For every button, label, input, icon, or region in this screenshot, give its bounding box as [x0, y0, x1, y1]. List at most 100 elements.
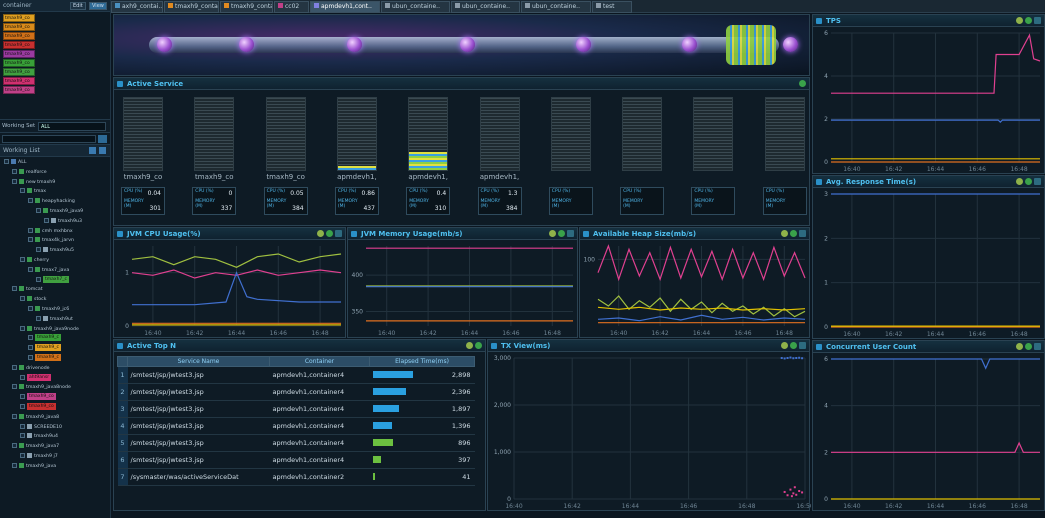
settings-icon[interactable] [781, 230, 788, 237]
tree-node[interactable]: aht9ansr [0, 373, 110, 384]
container-tab[interactable]: ubun_containe.. [521, 1, 591, 13]
service-gauge[interactable] [194, 97, 235, 171]
table-row[interactable]: 6/smtest/jsp/jwtest3.jsp apmdevh1,contain… [117, 451, 475, 469]
settings-icon[interactable] [1016, 17, 1023, 24]
working-set-select[interactable]: ALL [38, 122, 106, 131]
tree-node[interactable]: tomcat [0, 285, 110, 295]
expand-toggle-icon[interactable] [20, 296, 25, 302]
container-tab[interactable]: cc02 [274, 1, 309, 13]
info-icon[interactable] [558, 230, 565, 237]
container-tab[interactable]: tmaxh9_contai.. [220, 1, 273, 13]
expand-toggle-icon[interactable] [12, 178, 17, 184]
tree-container-tag[interactable]: tmaxh7_c [43, 275, 70, 283]
tree-container-tag[interactable]: tmaxh9_co [27, 402, 56, 410]
tree-node[interactable]: tmax [0, 187, 110, 197]
settings-icon[interactable] [317, 230, 324, 237]
container-tag[interactable]: tmaxh9_co [3, 23, 35, 31]
tree-node[interactable]: tmaxh9_java8node [0, 383, 110, 393]
expand-toggle-icon[interactable] [12, 443, 17, 449]
working-set-search-input[interactable] [2, 135, 96, 143]
service-gauge[interactable] [479, 97, 520, 171]
container-tag[interactable]: tmaxh9_co [3, 86, 35, 94]
table-row[interactable]: 4/smtest/jsp/jwtest3.jsp apmdevh1,contain… [117, 417, 475, 435]
table-row[interactable]: 5/smtest/jsp/jwtest3.jsp apmdevh1,contain… [117, 434, 475, 452]
expand-toggle-icon[interactable] [12, 413, 17, 419]
expand-toggle-icon[interactable] [28, 237, 33, 243]
expand-icon[interactable] [1034, 17, 1041, 24]
tree-node[interactable]: SCREEDE10 [0, 423, 110, 433]
view-button[interactable]: View [89, 2, 107, 10]
table-row[interactable]: 7/sysmaster/was/activeServiceDat apmdevh1… [117, 468, 475, 486]
expand-toggle-icon[interactable] [12, 286, 17, 292]
tree-node[interactable]: tmaxh9_c [0, 353, 110, 364]
tree-node[interactable]: heapyhacking [0, 197, 110, 207]
table-row[interactable]: 3/smtest/jsp/jwtest3.jsp apmdevh1,contain… [117, 400, 475, 418]
expand-icon[interactable] [1034, 178, 1041, 185]
tree-node[interactable]: tmaxh9_java8 [0, 413, 110, 423]
tree-node[interactable]: tmaxh9_co [0, 393, 110, 403]
container-tab[interactable]: tmaxh9_contai.. [164, 1, 219, 13]
expand-icon[interactable] [567, 230, 574, 237]
settings-icon[interactable] [466, 342, 473, 349]
service-gauge[interactable] [265, 97, 306, 171]
container-tag[interactable]: tmaxh9_co [3, 50, 35, 58]
container-tab[interactable]: axh9_contai.. [111, 1, 163, 13]
expand-toggle-icon[interactable] [12, 384, 17, 390]
tree-container-tag[interactable]: aht9ansr [27, 373, 52, 381]
info-icon[interactable] [799, 80, 806, 87]
search-icon[interactable] [98, 135, 107, 143]
tree-container-tag[interactable]: tmaxh9_c [35, 334, 62, 342]
container-tag[interactable]: tmaxh9_co [3, 32, 35, 40]
expand-icon[interactable] [335, 230, 342, 237]
tree-node[interactable]: tmaxh9_c [0, 344, 110, 354]
service-gauge[interactable] [550, 97, 591, 171]
expand-toggle-icon[interactable] [20, 188, 25, 194]
service-gauge[interactable] [123, 97, 163, 171]
info-icon[interactable] [475, 342, 482, 349]
expand-icon[interactable] [799, 230, 806, 237]
settings-icon[interactable] [781, 342, 788, 349]
info-icon[interactable] [1025, 17, 1032, 24]
list-view-icon[interactable] [89, 147, 96, 154]
service-gauge[interactable] [693, 97, 734, 171]
tree-view-icon[interactable] [99, 147, 106, 154]
service-gauge[interactable] [336, 97, 377, 171]
tree-node[interactable]: tmaxh9 j7 [0, 452, 110, 462]
info-icon[interactable] [1025, 178, 1032, 185]
expand-toggle-icon[interactable] [12, 462, 17, 468]
tree-node[interactable]: tmax7_java [0, 266, 110, 276]
service-gauge[interactable] [408, 97, 449, 171]
tree-node[interactable]: tmaxh9_java9node [0, 325, 110, 335]
expand-toggle-icon[interactable] [36, 207, 41, 213]
tree-node[interactable]: tmaxh9_java [0, 462, 110, 472]
info-icon[interactable] [326, 230, 333, 237]
expand-toggle-icon[interactable] [28, 198, 33, 204]
tree-node[interactable]: ALL [0, 158, 110, 168]
tree-node[interactable]: tmaxh9_jc6 [0, 305, 110, 315]
expand-toggle-icon[interactable] [28, 227, 33, 233]
tree-node[interactable]: tmaxh9u4 [0, 432, 110, 442]
tree-node[interactable]: new tmaxh9 [0, 178, 110, 188]
container-tag[interactable]: tmaxh9_co [3, 59, 35, 67]
tree-node[interactable]: drivenode [0, 364, 110, 374]
tree-container-tag[interactable]: tmaxh9_c [35, 344, 62, 352]
table-row[interactable]: 2/smtest/jsp/jwtest3.jsp apmdevh1,contain… [117, 383, 475, 401]
tree-node[interactable]: tmax4k_jarvn [0, 236, 110, 246]
container-tab[interactable]: ubun_containe.. [381, 1, 450, 13]
settings-icon[interactable] [549, 230, 556, 237]
expand-toggle-icon[interactable] [20, 256, 25, 262]
expand-toggle-icon[interactable] [12, 168, 17, 174]
tree-node[interactable]: tmaxh9_java7 [0, 442, 110, 452]
tree-node[interactable]: tmaxh9u3 [0, 217, 110, 227]
service-gauge[interactable] [622, 97, 663, 171]
service-gauge[interactable] [764, 97, 805, 171]
elapsed-header[interactable]: Elapsed Time(ms) [369, 356, 475, 367]
tree-node[interactable]: tmaxh9_c [0, 334, 110, 344]
expand-toggle-icon[interactable] [12, 364, 17, 370]
expand-toggle-icon[interactable] [28, 266, 33, 272]
expand-toggle-icon[interactable] [28, 305, 33, 311]
expand-toggle-icon[interactable] [4, 159, 9, 164]
tree-node[interactable]: cmh mxhbnx [0, 227, 110, 237]
container-tab[interactable]: ubun_containe.. [451, 1, 520, 13]
container-tab[interactable]: apmdevh1,cont.. [310, 1, 380, 13]
